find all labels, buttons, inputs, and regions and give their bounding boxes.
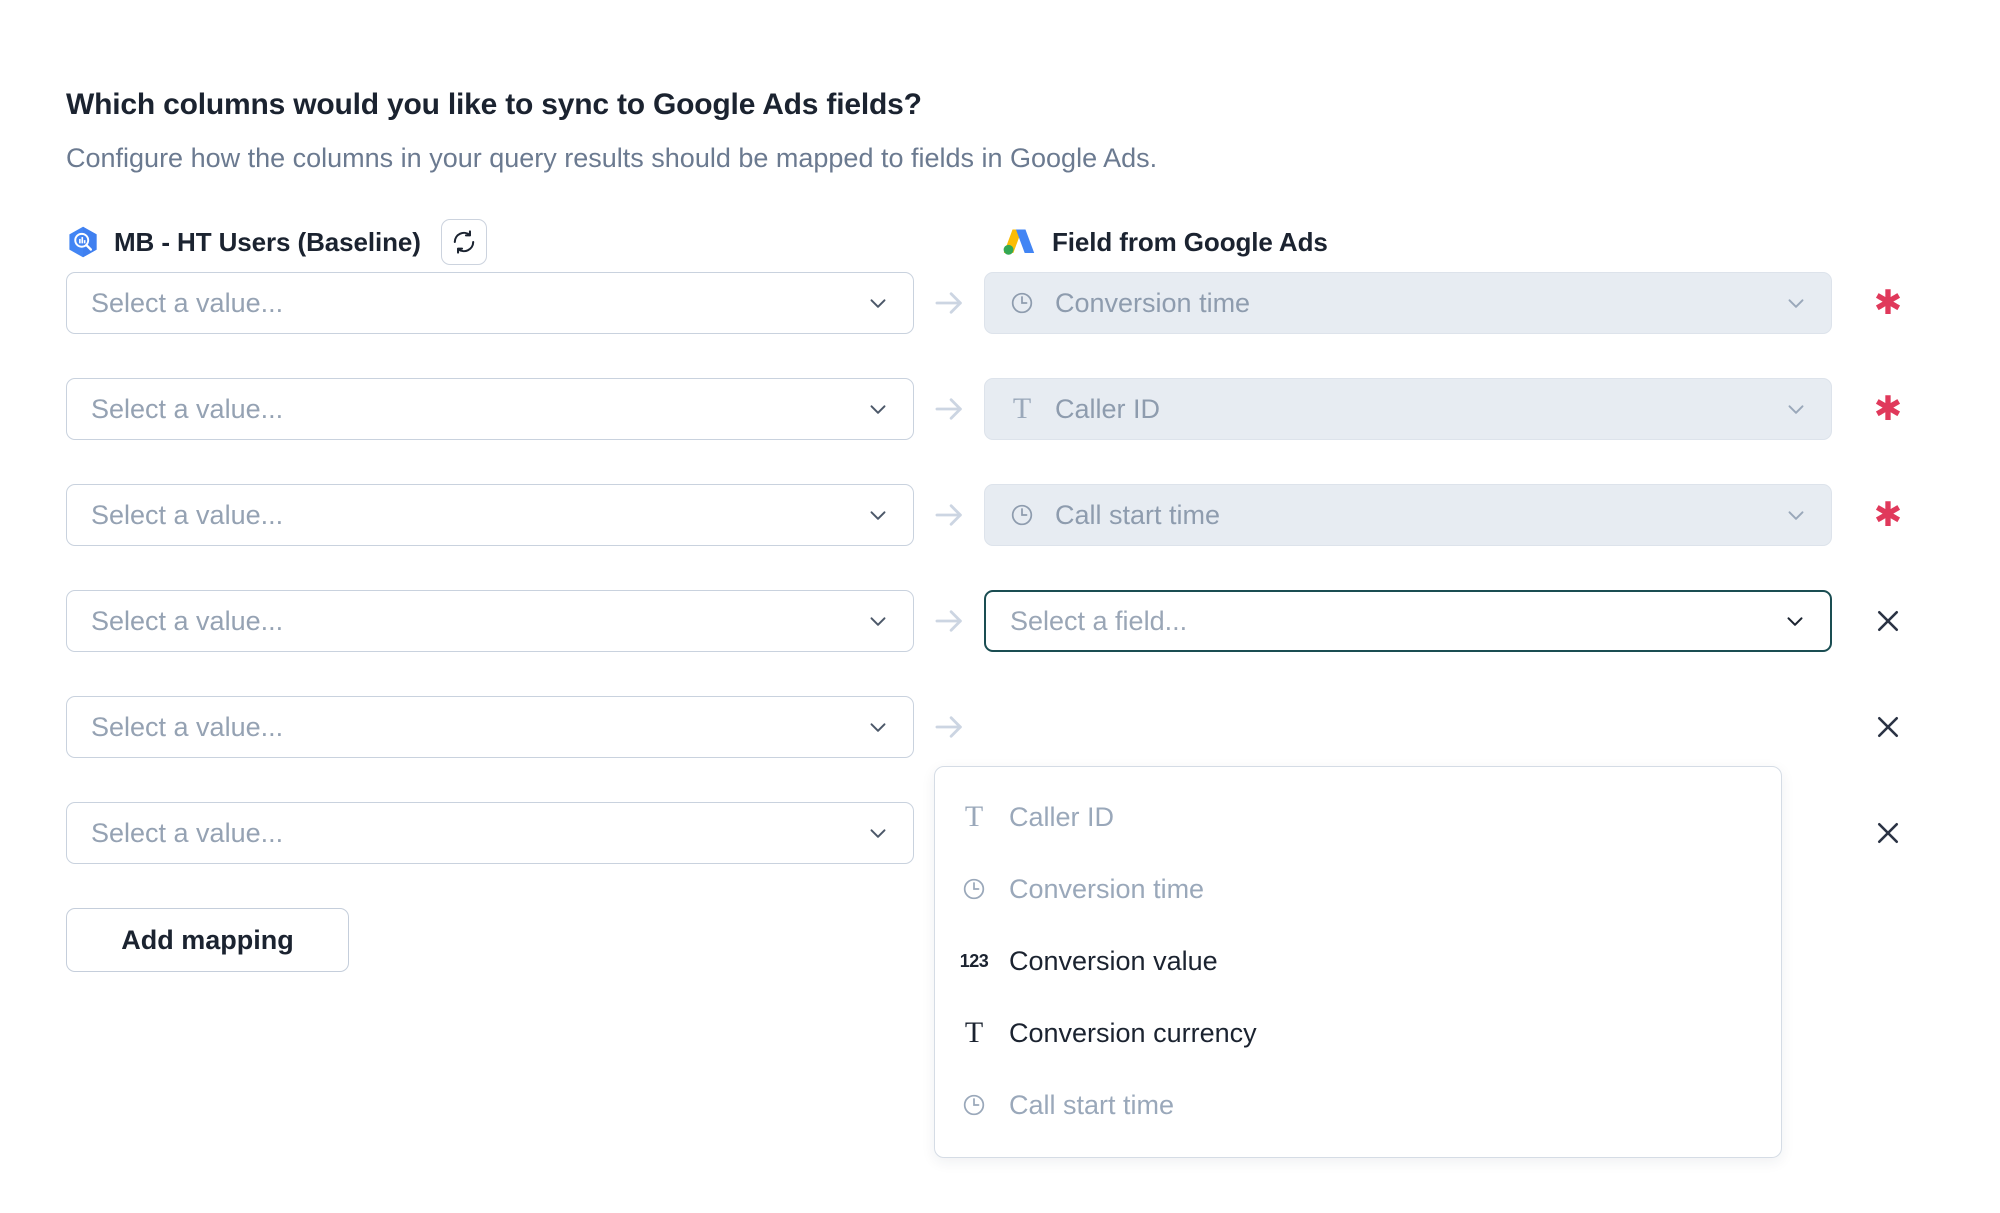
table-row: Select a value... Call start time ✱: [66, 484, 2000, 547]
dropdown-option-label: Conversion currency: [1009, 1017, 1257, 1048]
source-column-label: MB - HT Users (Baseline): [114, 226, 421, 257]
remove-mapping-6[interactable]: [1852, 818, 1924, 848]
target-select-2-value: Caller ID: [1055, 393, 1161, 424]
chevron-down-icon: [870, 723, 886, 733]
close-icon: [1877, 717, 1899, 738]
clock-icon: [1007, 288, 1037, 318]
clock-icon: [959, 874, 989, 904]
chevron-down-icon: [1787, 617, 1803, 627]
chevron-down-icon: [1788, 511, 1804, 521]
target-column-header: Field from Google Ads: [1000, 214, 1328, 270]
arrow-right-icon: [914, 498, 984, 532]
source-select-2-value: Select a value...: [91, 393, 284, 424]
source-select-5[interactable]: Select a value...: [66, 696, 914, 759]
required-marker-1: ✱: [1852, 286, 1924, 320]
column-headers: MB - HT Users (Baseline) Field from Goog…: [66, 214, 2000, 270]
add-mapping-button[interactable]: Add mapping: [66, 908, 349, 973]
dropdown-option-conversion-value[interactable]: 123 Conversion value: [935, 925, 1781, 997]
clock-icon: [1007, 500, 1037, 530]
source-select-4-value: Select a value...: [91, 605, 284, 636]
refresh-icon: [453, 230, 475, 255]
source-select-5-value: Select a value...: [91, 711, 284, 742]
required-marker-3: ✱: [1852, 498, 1924, 532]
page-description: Configure how the columns in your query …: [66, 143, 1158, 173]
refresh-button[interactable]: [440, 219, 487, 266]
dropdown-option-conversion-time: Conversion time: [935, 853, 1781, 925]
chevron-down-icon: [1788, 405, 1804, 415]
target-select-2: T Caller ID: [984, 378, 1832, 441]
target-select-3: Call start time: [984, 484, 1832, 547]
source-select-2[interactable]: Select a value...: [66, 378, 914, 441]
remove-mapping-4[interactable]: [1852, 606, 1924, 636]
required-asterisk-icon: ✱: [1873, 284, 1903, 323]
table-row: Select a value... Select a field...: [66, 590, 2000, 653]
target-select-1: Conversion time: [984, 272, 1832, 335]
required-asterisk-icon: ✱: [1873, 496, 1903, 535]
target-column-label: Field from Google Ads: [1052, 226, 1328, 257]
arrow-right-icon: [914, 604, 984, 638]
target-select-4-value: Select a field...: [1010, 605, 1188, 636]
dropdown-option-label: Conversion time: [1009, 873, 1205, 904]
google-ads-icon: [1000, 223, 1038, 261]
close-icon: [1877, 611, 1899, 632]
clock-icon: [959, 1090, 989, 1120]
arrow-right-icon: [914, 286, 984, 320]
table-row: Select a value...: [66, 696, 2000, 759]
text-icon: T: [964, 800, 984, 833]
source-select-6-value: Select a value...: [91, 817, 284, 848]
target-select-3-value: Call start time: [1055, 499, 1221, 530]
source-column-header: MB - HT Users (Baseline): [66, 214, 487, 270]
field-dropdown-menu: T Caller ID Conversion time 123 Conversi…: [934, 766, 1782, 1158]
target-select-1-value: Conversion time: [1055, 287, 1251, 318]
source-select-1[interactable]: Select a value...: [66, 272, 914, 335]
table-row: Select a value... Conversion time ✱: [66, 272, 2000, 335]
dropdown-option-call-start-time: Call start time: [935, 1069, 1781, 1141]
dropdown-option-label: Call start time: [1009, 1089, 1175, 1120]
source-select-1-value: Select a value...: [91, 287, 284, 318]
text-icon: T: [964, 1016, 984, 1049]
dropdown-option-conversion-currency[interactable]: T Conversion currency: [935, 997, 1781, 1069]
source-select-4[interactable]: Select a value...: [66, 590, 914, 653]
arrow-right-icon: [914, 392, 984, 426]
target-select-4[interactable]: Select a field...: [984, 590, 1832, 653]
remove-mapping-5[interactable]: [1852, 712, 1924, 742]
source-select-3-value: Select a value...: [91, 499, 284, 530]
dropdown-option-label: Caller ID: [1009, 801, 1115, 832]
column-mapping-page: Which columns would you like to sync to …: [0, 0, 2000, 1213]
bigquery-icon: [66, 225, 100, 259]
chevron-down-icon: [870, 617, 886, 627]
table-row: Select a value... T Caller ID ✱: [66, 378, 2000, 441]
required-asterisk-icon: ✱: [1873, 390, 1903, 429]
page-title: Which columns would you like to sync to …: [66, 88, 922, 121]
dropdown-option-label: Conversion value: [1009, 945, 1218, 976]
chevron-down-icon: [870, 405, 886, 415]
source-select-6[interactable]: Select a value...: [66, 802, 914, 865]
required-marker-2: ✱: [1852, 392, 1924, 426]
dropdown-option-caller-id: T Caller ID: [935, 781, 1781, 853]
source-select-3[interactable]: Select a value...: [66, 484, 914, 547]
chevron-down-icon: [870, 511, 886, 521]
chevron-down-icon: [1788, 299, 1804, 309]
arrow-right-icon: [914, 710, 984, 744]
chevron-down-icon: [870, 299, 886, 309]
close-icon: [1877, 823, 1899, 844]
chevron-down-icon: [870, 829, 886, 839]
number-icon: 123: [959, 950, 989, 971]
text-icon: T: [1012, 392, 1032, 426]
